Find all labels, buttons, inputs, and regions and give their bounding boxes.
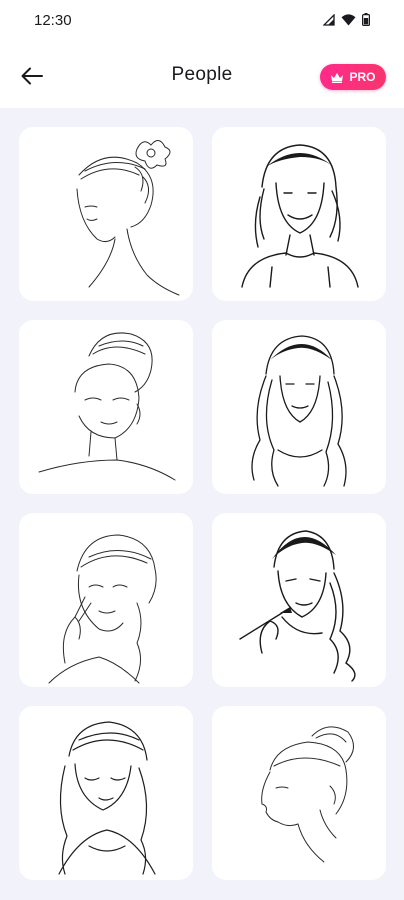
wifi-icon <box>341 13 356 25</box>
gallery-item[interactable] <box>212 513 386 687</box>
gallery-item[interactable] <box>212 320 386 494</box>
sketch-illustration <box>76 140 180 296</box>
sketch-gallery <box>0 108 404 900</box>
sketch-illustration <box>48 534 157 684</box>
sketch-illustration <box>58 721 156 875</box>
battery-icon <box>362 13 370 26</box>
sketch-illustration <box>261 726 354 863</box>
status-icons <box>323 13 370 26</box>
sketch-illustration <box>251 335 347 487</box>
app-bar: People PRO <box>0 44 404 108</box>
gallery-item[interactable] <box>19 706 193 880</box>
status-time: 12:30 <box>34 12 72 29</box>
gallery-item[interactable] <box>19 513 193 687</box>
gallery-item[interactable] <box>19 320 193 494</box>
signal-icon <box>323 13 335 26</box>
sketch-illustration <box>241 144 359 288</box>
gallery-item[interactable] <box>19 127 193 301</box>
pro-label: PRO <box>349 70 376 84</box>
pro-button[interactable]: PRO <box>320 64 386 90</box>
sketch-illustration <box>38 332 176 481</box>
sketch-illustration <box>239 530 356 682</box>
crown-icon <box>331 72 344 83</box>
status-bar: 12:30 <box>0 0 404 44</box>
gallery-item[interactable] <box>212 706 386 880</box>
gallery-item[interactable] <box>212 127 386 301</box>
